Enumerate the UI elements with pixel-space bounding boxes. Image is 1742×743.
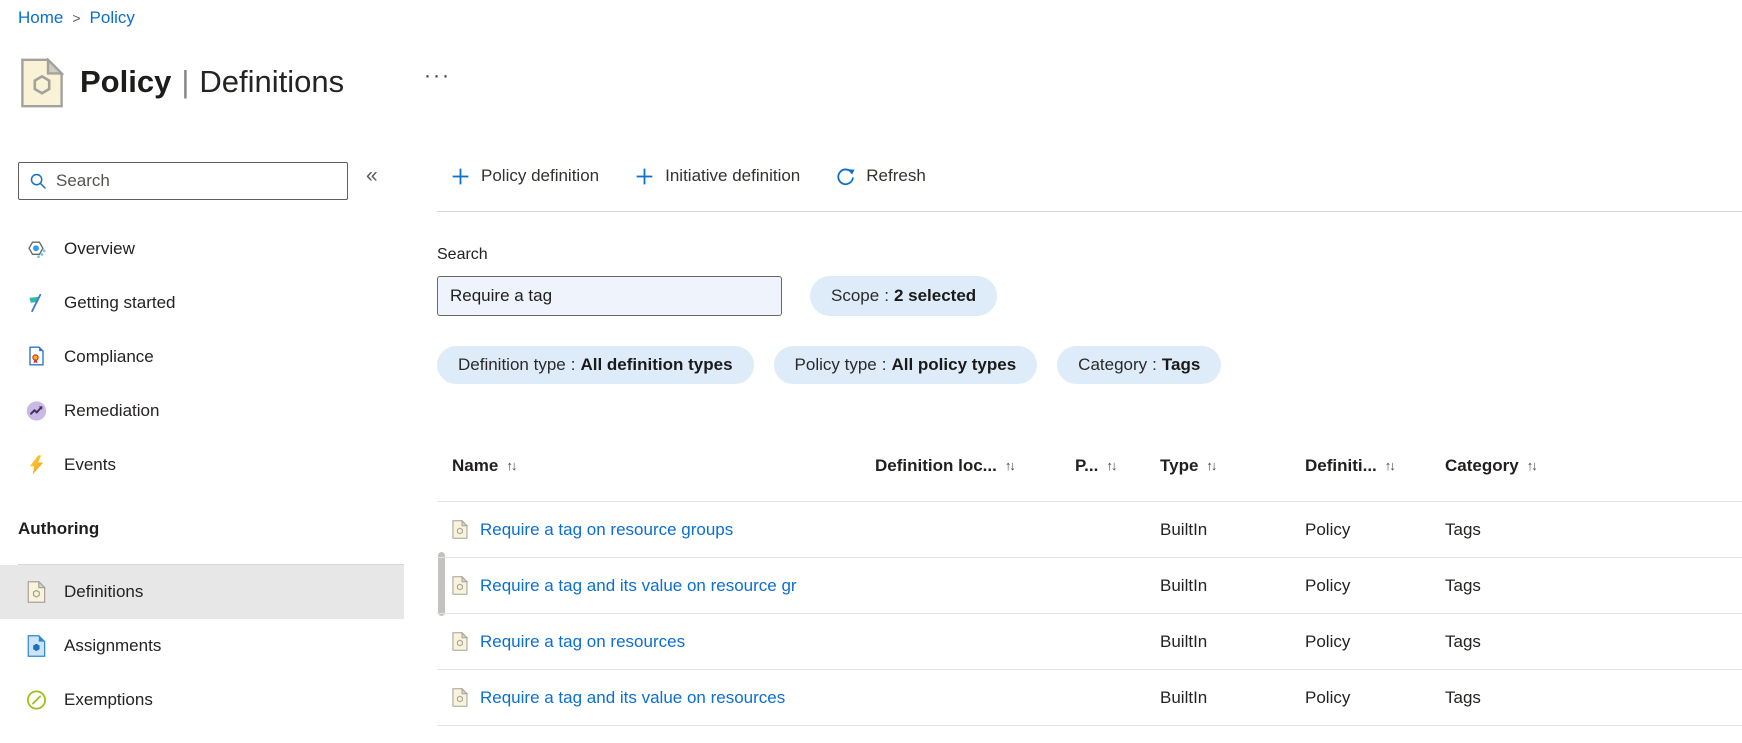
sort-icon: ↑↓ <box>1384 458 1396 473</box>
plus-icon <box>634 166 655 187</box>
sidebar-item-compliance[interactable]: Compliance <box>0 330 404 384</box>
command-bar: Policy definition Initiative definition … <box>437 154 1742 198</box>
definition-link[interactable]: Require a tag and its value on resources <box>480 688 785 708</box>
plus-icon <box>450 166 471 187</box>
table-row: Require a tag on resource groups BuiltIn… <box>437 502 1742 558</box>
sidebar-search-input[interactable] <box>56 171 337 191</box>
sidebar-item-assignments[interactable]: Assignments <box>0 619 404 673</box>
policy-definition-button[interactable]: Policy definition <box>450 166 599 187</box>
search-field-label: Search <box>437 246 488 263</box>
policy-definition-icon <box>452 520 468 539</box>
policy-definition-icon <box>452 688 468 707</box>
search-icon <box>29 172 47 190</box>
definition-link[interactable]: Require a tag and its value on resource … <box>480 576 797 596</box>
sort-icon: ↑↓ <box>1004 458 1016 473</box>
column-header-type[interactable]: Type ↑↓ <box>1160 456 1305 476</box>
lightning-icon <box>26 454 47 476</box>
sidebar-search-box[interactable] <box>18 162 348 200</box>
definitions-table: Name ↑↓ Definition loc... ↑↓ P... ↑↓ Type ↑↓… <box>437 430 1742 726</box>
table-row: Require a tag and its value on resources… <box>437 670 1742 726</box>
sidebar-item-getting-started[interactable]: Getting started <box>0 276 404 330</box>
policy-definition-icon <box>452 632 468 651</box>
column-header-policies[interactable]: P... ↑↓ <box>1075 456 1160 476</box>
sort-icon: ↑↓ <box>1206 458 1217 473</box>
breadcrumb-policy-link[interactable]: Policy <box>90 8 135 28</box>
table-row: Require a tag on resources BuiltIn Polic… <box>437 614 1742 670</box>
sidebar-collapse-button[interactable]: « <box>366 164 378 188</box>
exemption-circle-icon <box>26 689 47 711</box>
definition-link[interactable]: Require a tag on resource groups <box>480 520 733 540</box>
flag-icon <box>26 292 47 314</box>
sidebar-item-definitions[interactable]: Definitions <box>0 565 404 619</box>
sidebar-nav: Overview Getting started Compliance Reme… <box>0 222 404 727</box>
policy-page-icon <box>20 56 65 108</box>
filter-pill-row: Definition type: All definition types Pol… <box>437 346 1222 384</box>
overview-icon <box>26 238 47 260</box>
column-header-name[interactable]: Name ↑↓ <box>452 456 875 476</box>
assignments-document-icon <box>26 635 47 657</box>
table-header-row: Name ↑↓ Definition loc... ↑↓ P... ↑↓ Type ↑↓… <box>437 430 1742 502</box>
definitions-document-icon <box>26 581 47 603</box>
refresh-icon <box>835 166 856 187</box>
sidebar-item-exemptions[interactable]: Exemptions <box>0 673 404 727</box>
toolbar-divider <box>437 211 1742 212</box>
definition-search-input[interactable] <box>437 276 782 316</box>
definition-type-filter-pill[interactable]: Definition type: All definition types <box>437 346 754 384</box>
column-header-category[interactable]: Category ↑↓ <box>1445 456 1742 476</box>
policy-type-filter-pill[interactable]: Policy type: All policy types <box>773 346 1038 384</box>
refresh-button[interactable]: Refresh <box>835 166 926 187</box>
trend-arrow-icon <box>26 400 47 422</box>
chevron-right-icon: > <box>72 10 81 26</box>
column-header-definition-type[interactable]: Definiti... ↑↓ <box>1305 456 1445 476</box>
resource-menu-sidebar: « Overview Getting started <box>0 140 404 743</box>
breadcrumb: Home > Policy <box>18 8 135 28</box>
sidebar-item-remediation[interactable]: Remediation <box>0 384 404 438</box>
breadcrumb-home-link[interactable]: Home <box>18 8 63 28</box>
definitions-pane: Policy definition Initiative definition … <box>437 0 1742 743</box>
page-title: Policy | Definitions <box>80 64 345 99</box>
category-filter-pill[interactable]: Category: Tags <box>1057 346 1222 384</box>
column-header-definition-location[interactable]: Definition loc... ↑↓ <box>875 456 1075 476</box>
sort-icon: ↑↓ <box>1526 458 1538 473</box>
certificate-document-icon <box>26 346 47 368</box>
sort-icon: ↑↓ <box>1106 458 1117 473</box>
scope-filter-pill[interactable]: Scope:2 selected <box>810 276 998 316</box>
title-separator: | <box>181 64 190 99</box>
sort-icon: ↑↓ <box>506 458 517 473</box>
policy-definition-icon <box>452 576 468 595</box>
authoring-section-title: Authoring <box>18 519 100 538</box>
sidebar-item-overview[interactable]: Overview <box>0 222 404 276</box>
table-row: Require a tag and its value on resource … <box>437 558 1742 614</box>
initiative-definition-button[interactable]: Initiative definition <box>634 166 800 187</box>
sidebar-item-events[interactable]: Events <box>0 438 404 492</box>
definition-link[interactable]: Require a tag on resources <box>480 632 685 652</box>
